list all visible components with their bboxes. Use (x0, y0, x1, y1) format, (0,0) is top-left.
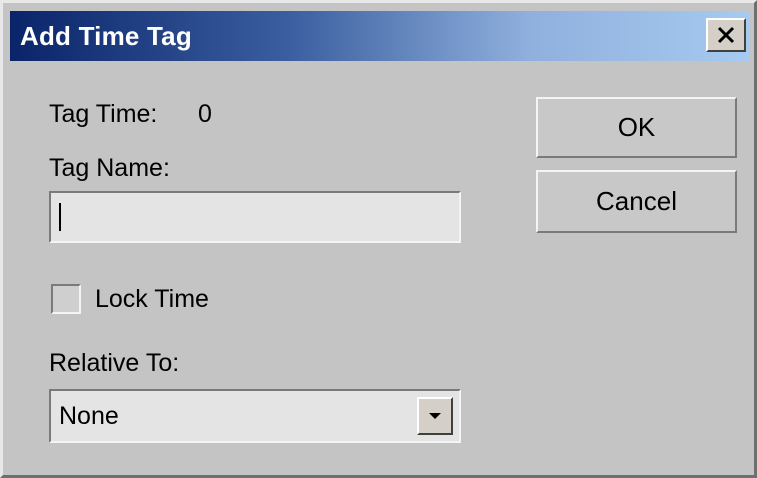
lock-time-checkbox[interactable] (51, 284, 81, 314)
lock-time-label[interactable]: Lock Time (95, 284, 209, 314)
relative-to-select[interactable]: None (49, 389, 461, 443)
tag-time-value: 0 (198, 100, 212, 128)
tag-time-label: Tag Time: (49, 100, 158, 128)
dialog-title: Add Time Tag (20, 21, 192, 51)
relative-to-label: Relative To: (49, 349, 180, 377)
cancel-button[interactable]: Cancel (536, 170, 737, 233)
ok-button[interactable]: OK (536, 97, 737, 158)
add-time-tag-dialog: Add Time Tag Tag Time: 0 Tag Name: Lock … (0, 0, 757, 478)
dropdown-button[interactable] (417, 397, 453, 435)
tag-name-label: Tag Name: (49, 154, 170, 182)
cancel-button-label: Cancel (596, 186, 677, 216)
title-bar[interactable]: Add Time Tag (10, 11, 750, 61)
text-caret (59, 203, 61, 231)
close-button[interactable] (706, 18, 746, 52)
relative-to-selected-value: None (59, 402, 119, 430)
tag-name-input[interactable] (55, 197, 461, 237)
ok-button-label: OK (617, 112, 656, 142)
chevron-down-icon (429, 413, 441, 419)
tag-name-field[interactable] (49, 191, 461, 243)
close-icon (717, 26, 735, 44)
